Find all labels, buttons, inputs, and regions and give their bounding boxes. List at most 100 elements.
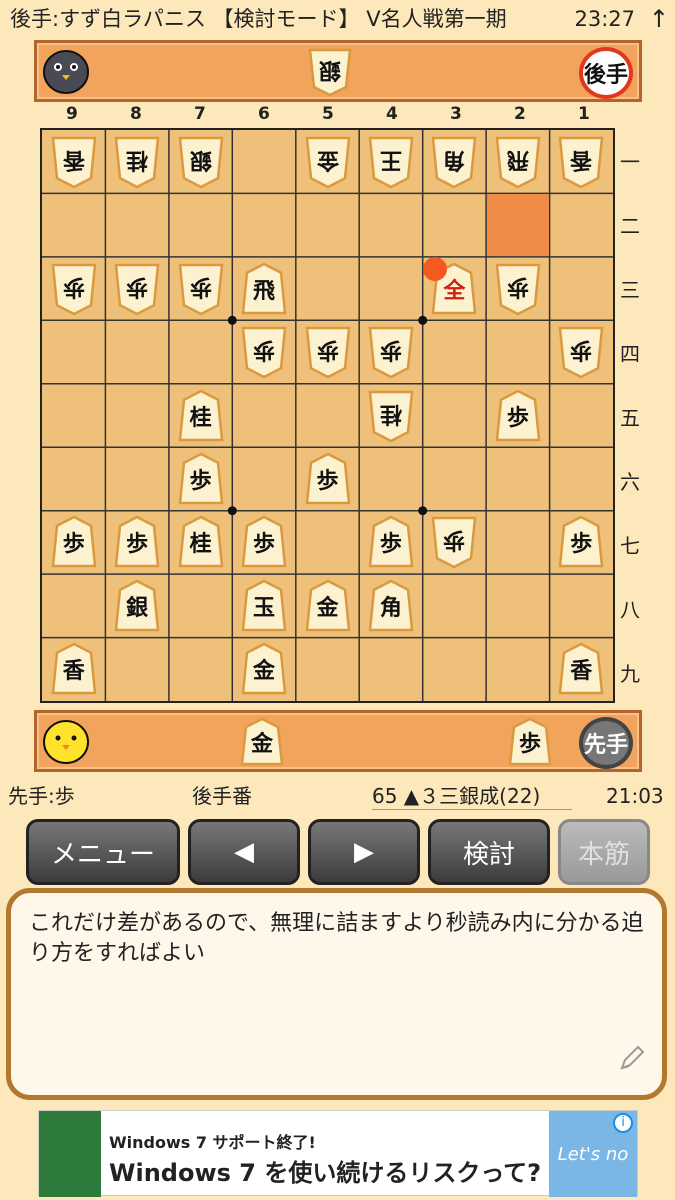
sente-piece[interactable]: 歩 [367, 515, 415, 569]
sente-piece[interactable]: 歩 [507, 717, 553, 767]
window-title: 後手:すず白ラパニス 【検討モード】 V名人戦第一期 [10, 7, 507, 31]
piece-label: 桂 [189, 404, 212, 431]
sente-piece-stand: 金 歩 先手 [34, 710, 642, 772]
piece-label: 金 [250, 731, 273, 757]
sente-piece[interactable]: 歩 [113, 515, 161, 569]
piece-label: 香 [62, 658, 85, 685]
sente-piece[interactable]: 香 [50, 642, 98, 696]
gote-piece[interactable]: 飛 [494, 135, 542, 189]
gote-piece[interactable]: 歩 [367, 325, 415, 379]
piece-label: 金 [316, 594, 339, 621]
file-label: 1 [578, 104, 590, 124]
sente-piece[interactable]: 歩 [557, 515, 605, 569]
gote-piece[interactable]: 歩 [113, 262, 161, 316]
piece-label: 歩 [126, 273, 149, 300]
sente-piece[interactable]: 歩 [50, 515, 98, 569]
piece-label: 桂 [189, 531, 212, 558]
piece-label: 銀 [319, 57, 342, 83]
piece-label: 金 [316, 146, 339, 173]
up-arrow-icon: ↑ [648, 5, 669, 33]
file-label: 9 [66, 104, 78, 124]
sente-piece[interactable]: 歩 [304, 452, 352, 506]
piece-label: 飛 [506, 146, 529, 173]
piece-label: 角 [379, 594, 402, 621]
piece-label: 香 [570, 146, 593, 173]
sente-piece[interactable]: 金 [240, 642, 288, 696]
sente-piece[interactable]: 桂 [177, 515, 225, 569]
gote-piece[interactable]: 歩 [304, 325, 352, 379]
sente-piece[interactable]: 飛 [240, 262, 288, 316]
sente-piece[interactable]: 角 [367, 579, 415, 633]
next-move-button[interactable]: ▶ [308, 819, 420, 885]
piece-label: 歩 [253, 337, 276, 364]
piece-label: 桂 [379, 400, 402, 427]
sente-piece[interactable]: 香 [557, 642, 605, 696]
prev-move-button[interactable]: ◀ [188, 819, 300, 885]
ad-banner[interactable]: Windows 7 サポート終了! Windows 7 を使い続けるリスクって?… [38, 1110, 638, 1197]
rank-label: 一 [620, 149, 640, 174]
sente-piece[interactable]: 銀 [113, 579, 161, 633]
ad-body: Windows 7 を使い続けるリスクって? [109, 1159, 542, 1187]
rank-label: 四 [620, 341, 640, 366]
sente-hand-summary: 先手:歩 [8, 784, 75, 808]
gote-piece[interactable]: 歩 [557, 325, 605, 379]
piece-label: 香 [570, 658, 593, 685]
piece-label: 歩 [379, 337, 402, 364]
rank-label: 五 [620, 405, 640, 430]
piece-label: 金 [253, 658, 276, 685]
ad-info-icon[interactable]: i [613, 1113, 633, 1133]
gote-badge: 後手 [579, 47, 633, 99]
sente-piece[interactable]: 歩 [240, 515, 288, 569]
shogi-board[interactable]: 香桂銀金王角飛香歩歩歩飛全歩歩歩歩歩桂桂歩歩歩歩歩桂歩歩歩歩銀玉金角香金香 [40, 128, 615, 703]
piece-label: 歩 [506, 273, 529, 300]
gote-piece[interactable]: 銀 [177, 135, 225, 189]
gote-piece[interactable]: 角 [430, 135, 478, 189]
sente-piece[interactable]: 歩 [177, 452, 225, 506]
gote-piece[interactable]: 歩 [494, 262, 542, 316]
piece-label: 飛 [253, 277, 276, 304]
gote-piece[interactable]: 歩 [50, 262, 98, 316]
gote-piece[interactable]: 金 [304, 135, 352, 189]
piece-label: 歩 [443, 527, 466, 554]
gote-piece[interactable]: 桂 [113, 135, 161, 189]
sente-piece[interactable]: 玉 [240, 579, 288, 633]
piece-label: 銀 [189, 146, 212, 173]
rank-labels: 一 二 三 四 五 六 七 八 九 [616, 128, 642, 703]
analyze-button[interactable]: 検討 [428, 819, 550, 885]
file-label: 8 [130, 104, 142, 124]
gote-piece-stand: 銀 後手 [34, 40, 642, 102]
comment-box[interactable]: これだけ差があるので、無理に詰ますより秒読み内に分かる迫り方をすればよい [6, 888, 667, 1100]
rank-label: 八 [620, 597, 640, 622]
menu-button[interactable]: メニュー [26, 819, 180, 885]
gote-piece[interactable]: 銀 [307, 47, 353, 97]
gote-avatar-penguin-icon [41, 47, 91, 95]
mainline-button[interactable]: 本筋 [558, 819, 650, 885]
sente-piece[interactable]: 桂 [177, 389, 225, 443]
sente-piece[interactable]: 金 [239, 717, 285, 767]
gote-piece[interactable]: 歩 [430, 515, 478, 569]
move-record[interactable]: 65 ▲３三銀成(22) [372, 782, 572, 810]
file-label: 3 [450, 104, 462, 124]
status-bar: 後手:すず白ラパニス 【検討モード】 V名人戦第一期 23:27 ↑ [0, 0, 675, 38]
piece-label: 王 [379, 146, 402, 173]
pencil-icon[interactable] [616, 1042, 648, 1083]
gote-piece[interactable]: 王 [367, 135, 415, 189]
piece-label: 銀 [126, 594, 149, 621]
rank-label: 六 [620, 469, 640, 494]
sente-piece[interactable]: 金 [304, 579, 352, 633]
last-move-marker [422, 256, 447, 281]
file-labels: 9 8 7 6 5 4 3 2 1 [40, 104, 615, 128]
gote-piece[interactable]: 桂 [367, 389, 415, 443]
gote-piece[interactable]: 歩 [177, 262, 225, 316]
turn-indicator: 後手番 [192, 784, 252, 808]
gote-piece[interactable]: 歩 [240, 325, 288, 379]
clock: 23:27 [574, 7, 635, 31]
comment-text: これだけ差があるので、無理に詰ますより秒読み内に分かる迫り方をすればよい [29, 911, 644, 966]
file-label: 4 [386, 104, 398, 124]
gote-piece[interactable]: 香 [50, 135, 98, 189]
file-label: 5 [322, 104, 334, 124]
sente-piece[interactable]: 歩 [494, 389, 542, 443]
piece-label: 歩 [189, 273, 212, 300]
gote-piece[interactable]: 香 [557, 135, 605, 189]
piece-label: 歩 [316, 337, 339, 364]
